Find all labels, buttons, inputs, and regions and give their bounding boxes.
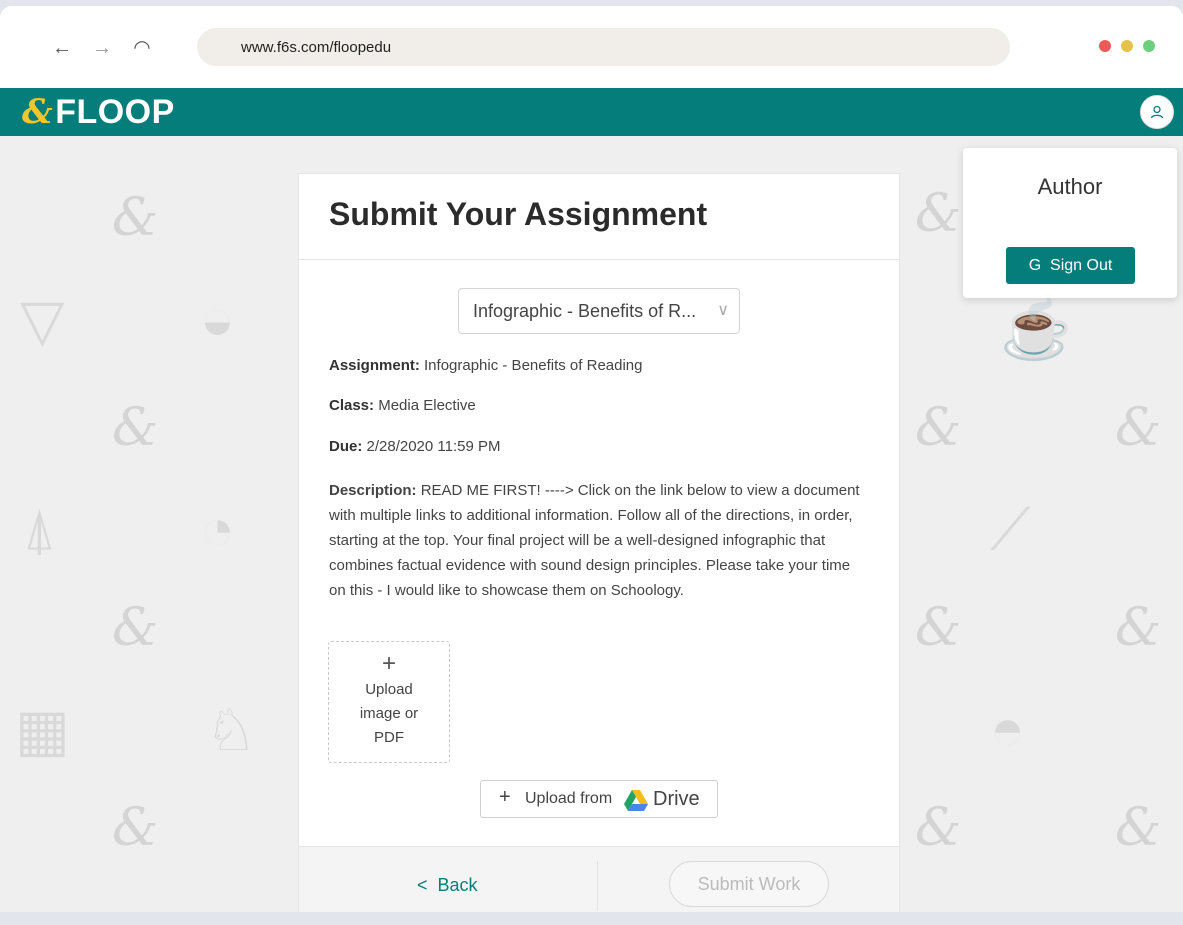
maximize-dot[interactable] — [1143, 40, 1155, 52]
back-label: Back — [437, 875, 478, 895]
logo-mark: & — [22, 92, 54, 132]
assignment-select-value: Infographic - Benefits of R... — [473, 301, 697, 321]
floop-mark-icon: & — [1115, 798, 1162, 858]
due-value: 2/28/2020 11:59 PM — [366, 438, 501, 455]
due-field: Due: 2/28/2020 11:59 PM — [329, 438, 501, 455]
page-title: Submit Your Assignment — [329, 196, 708, 232]
floop-mark-icon: & — [1115, 598, 1162, 658]
person-icon — [1150, 105, 1164, 119]
class-field: Class: Media Elective — [329, 397, 476, 414]
footer-divider — [597, 861, 598, 911]
pizza-icon: ◔ — [200, 497, 236, 562]
url-text[interactable]: www.f6s.com/floopedu — [241, 39, 391, 56]
browser-window: ← → ◠ www.f6s.com/floopedu &FLOOP & & & … — [0, 6, 1183, 925]
floop-mark-icon: & — [112, 398, 159, 458]
bowl-icon: ◒ — [200, 287, 236, 352]
plus-icon: + — [381, 650, 396, 677]
card-footer: < Back Submit Work — [299, 846, 899, 913]
floop-logo[interactable]: &FLOOP — [22, 93, 175, 131]
submit-work-button[interactable]: Submit Work — [669, 861, 829, 907]
logo-text: FLOOP — [55, 93, 175, 131]
bottom-edge — [0, 912, 1183, 925]
browser-chrome: ← → ◠ www.f6s.com/floopedu — [0, 6, 1183, 88]
chevron-left-icon: < — [417, 875, 428, 895]
floop-mark-icon: & — [915, 398, 962, 458]
upload-file-button[interactable]: + Upload image or PDF — [328, 641, 450, 763]
floop-mark-icon: & — [915, 798, 962, 858]
floop-mark-icon: & — [112, 798, 159, 858]
taco-icon: ◓ — [990, 697, 1026, 762]
floop-mark-icon: & — [1115, 398, 1162, 458]
app-header: &FLOOP — [0, 88, 1183, 136]
chocolate-icon: ▦ — [15, 698, 70, 763]
back-button[interactable]: < Back — [417, 875, 478, 896]
assignment-label: Assignment: — [329, 357, 420, 374]
submit-assignment-card: Submit Your Assignment Infographic - Ben… — [298, 173, 900, 913]
sign-out-label: Sign Out — [1050, 257, 1113, 274]
upload-from-drive-button[interactable]: + Upload from Drive — [480, 780, 718, 818]
description-label: Description: — [329, 482, 417, 499]
description-field: Description: READ ME FIRST! ----> Click … — [329, 478, 869, 603]
assignment-value: Infographic - Benefits of Reading — [424, 357, 643, 374]
divider — [299, 259, 899, 260]
pencil-icon: ⟋ — [990, 497, 1031, 562]
class-value: Media Elective — [378, 397, 476, 414]
window-controls — [1099, 39, 1165, 57]
reload-icon[interactable]: ◠ — [130, 36, 154, 60]
cup-icon: ☕ — [1000, 297, 1073, 362]
floop-mark-icon: & — [112, 598, 159, 658]
due-label: Due: — [329, 438, 363, 455]
tower-icon: ⍋ — [22, 497, 57, 562]
user-icon[interactable] — [1140, 95, 1174, 129]
close-dot[interactable] — [1099, 40, 1111, 52]
upload-label: Upload image or PDF — [359, 681, 419, 746]
floop-mark-icon: & — [915, 184, 962, 244]
sign-out-button[interactable]: G Sign Out — [1006, 247, 1135, 284]
dog-icon: ♘ — [205, 698, 257, 763]
minimize-dot[interactable] — [1121, 40, 1133, 52]
class-label: Class: — [329, 397, 375, 414]
floop-mark-icon: & — [112, 188, 159, 248]
assignment-select[interactable]: Infographic - Benefits of R... ∨ — [458, 288, 740, 334]
description-value: READ ME FIRST! ----> Click on the link b… — [329, 482, 860, 599]
google-drive-icon — [624, 790, 648, 811]
drive-name: Drive — [653, 788, 700, 810]
forward-arrow-icon[interactable]: → — [90, 36, 114, 60]
back-arrow-icon[interactable]: ← — [50, 36, 74, 60]
user-role: Author — [1037, 174, 1103, 199]
address-bar[interactable]: www.f6s.com/floopedu — [197, 28, 1010, 66]
chevron-down-icon: ∨ — [717, 302, 729, 319]
floop-mark-icon: & — [915, 598, 962, 658]
assignment-field: Assignment: Infographic - Benefits of Re… — [329, 357, 642, 374]
drive-button-label: Upload from — [525, 790, 613, 807]
sign-out-icon: G — [1028, 257, 1042, 274]
ice-cream-icon: ▽ — [20, 288, 65, 353]
plus-icon: + — [499, 786, 511, 808]
user-menu-popup: Author G Sign Out — [963, 148, 1177, 298]
